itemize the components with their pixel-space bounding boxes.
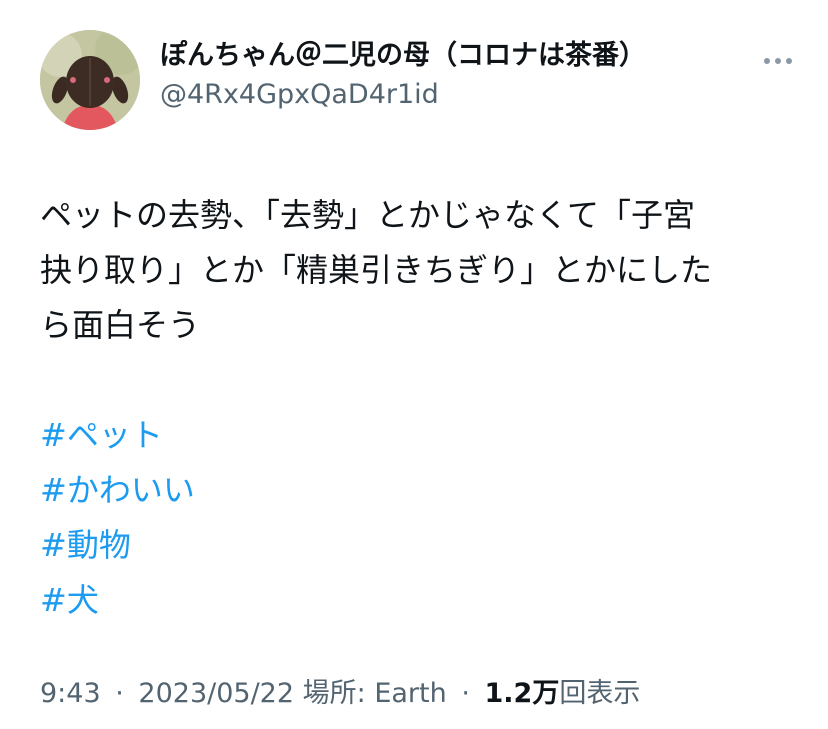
meta-separator: · bbox=[115, 678, 124, 709]
hashtag-link[interactable]: #動物 bbox=[40, 518, 131, 573]
hashtag-link[interactable]: #ペット bbox=[40, 408, 163, 463]
tweet-date[interactable]: 2023/05/22 bbox=[138, 678, 294, 709]
views-label: 回表示 bbox=[559, 678, 641, 709]
author-handle[interactable]: @4Rx4GpxQaD4r1id bbox=[160, 76, 646, 114]
tweet-header: ぽんちゃん＠二児の母（コロナは茶番） @4Rx4GpxQaD4r1id bbox=[40, 30, 800, 130]
tweet-detail: ぽんちゃん＠二児の母（コロナは茶番） @4Rx4GpxQaD4r1id ペットの… bbox=[0, 0, 828, 729]
more-options-button[interactable] bbox=[758, 46, 798, 76]
views-count: 1.2万 bbox=[484, 678, 560, 709]
meta-separator: · bbox=[461, 678, 470, 709]
hashtag-link[interactable]: #かわいい bbox=[40, 463, 195, 518]
author-display-name[interactable]: ぽんちゃん＠二児の母（コロナは茶番） bbox=[160, 36, 646, 76]
tweet-text: ペットの去勢、「去勢」とかじゃなくて「子宮 抉り取り」とか「精巣引きちぎり」とか… bbox=[40, 188, 790, 628]
tweet-text-line: 抉り取り」とか「精巣引きちぎり」とかにした bbox=[40, 251, 713, 289]
avatar[interactable] bbox=[40, 30, 140, 130]
hashtag-link[interactable]: #犬 bbox=[40, 573, 99, 628]
avatar-photo bbox=[40, 30, 140, 130]
more-horizontal-icon bbox=[764, 58, 792, 64]
tweet-location: 場所: Earth bbox=[302, 678, 447, 709]
tweet-text-line: ペットの去勢、「去勢」とかじゃなくて「子宮 bbox=[40, 196, 696, 234]
author-names: ぽんちゃん＠二児の母（コロナは茶番） @4Rx4GpxQaD4r1id bbox=[160, 36, 646, 114]
tweet-meta: 9:43 · 2023/05/22 場所: Earth · 1.2万回表示 bbox=[40, 674, 640, 714]
tweet-time[interactable]: 9:43 bbox=[40, 678, 101, 709]
tweet-text-line: ら面白そう bbox=[40, 306, 201, 344]
